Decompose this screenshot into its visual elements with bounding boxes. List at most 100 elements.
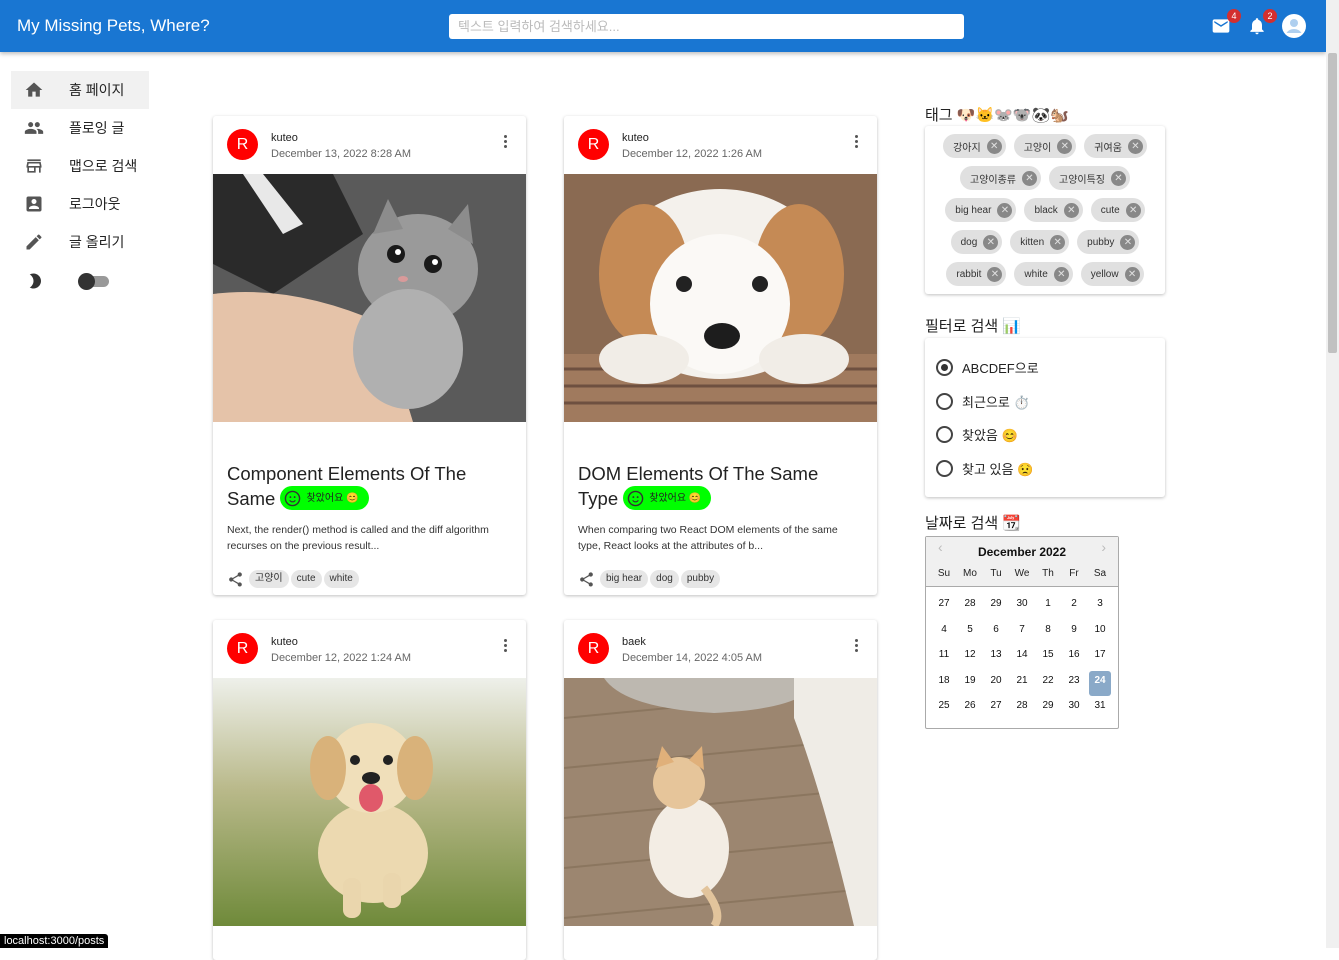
- notifications-button[interactable]: 2: [1247, 9, 1277, 38]
- tag-chip[interactable]: 고양이특징 ✕: [1049, 166, 1130, 190]
- post-card[interactable]: R kuteo December 12, 2022 1:26 AM DOM El…: [564, 116, 877, 595]
- post-card[interactable]: R baek December 14, 2022 4:05 AM: [564, 620, 877, 960]
- next-month-icon[interactable]: ›: [1101, 539, 1106, 555]
- tag-chip[interactable]: yellow ✕: [1080, 262, 1144, 286]
- tag-chip[interactable]: rabbit ✕: [946, 262, 1007, 286]
- golden-puppy-running-photo[interactable]: [213, 678, 526, 926]
- calendar-day[interactable]: 30: [1009, 594, 1035, 620]
- filter-option-abc[interactable]: ABCDEF으로: [925, 351, 1165, 385]
- tag-chip[interactable]: white ✕: [1014, 262, 1073, 286]
- filter-option-found[interactable]: 찾았음 😊: [925, 418, 1165, 452]
- calendar-day[interactable]: 29: [983, 594, 1009, 620]
- calendar-day[interactable]: 20: [983, 671, 1009, 697]
- calendar-day[interactable]: 11: [931, 645, 957, 671]
- cancel-icon[interactable]: ✕: [1127, 138, 1143, 154]
- calendar-day[interactable]: 15: [1035, 645, 1061, 671]
- radio-button[interactable]: [936, 426, 953, 444]
- calendar-day[interactable]: 28: [1009, 696, 1035, 722]
- sidebar-item-following[interactable]: 플로잉 글: [11, 109, 149, 147]
- mail-button[interactable]: 4: [1211, 9, 1241, 38]
- tag-chip[interactable]: cute: [290, 570, 322, 589]
- tag-chip[interactable]: dog ✕: [950, 230, 1003, 254]
- calendar-day[interactable]: 4: [931, 620, 957, 646]
- cancel-icon[interactable]: ✕: [1120, 234, 1136, 250]
- cancel-icon[interactable]: ✕: [986, 138, 1002, 154]
- filter-option-recent[interactable]: 최근으로 ⏱️: [925, 385, 1165, 419]
- calendar-day[interactable]: 27: [931, 594, 957, 620]
- tag-chip[interactable]: kitten ✕: [1010, 230, 1070, 254]
- calendar-day[interactable]: 18: [931, 671, 957, 697]
- post-title[interactable]: DOM Elements Of The Same Type 찾았어요 😊: [564, 427, 877, 512]
- calendar-day[interactable]: 23: [1061, 671, 1087, 697]
- calendar-day[interactable]: 7: [1009, 620, 1035, 646]
- calendar-day[interactable]: 6: [983, 620, 1009, 646]
- dark-mode-toggle[interactable]: [78, 272, 109, 290]
- app-title[interactable]: My Missing Pets, Where?: [17, 16, 210, 36]
- more-vert-icon[interactable]: [504, 639, 508, 653]
- sidebar-item-map-search[interactable]: 맵으로 검색: [11, 147, 149, 185]
- cancel-icon[interactable]: ✕: [1057, 138, 1073, 154]
- calendar-day[interactable]: 19: [957, 671, 983, 697]
- sidebar-item-home[interactable]: 홈 페이지: [11, 71, 149, 109]
- tag-chip[interactable]: 귀여움 ✕: [1084, 134, 1147, 158]
- tag-chip[interactable]: pubby ✕: [1077, 230, 1140, 254]
- calendar-day[interactable]: 3: [1087, 594, 1113, 620]
- calendar-day[interactable]: 31: [1087, 696, 1113, 722]
- tag-chip[interactable]: black ✕: [1024, 198, 1083, 222]
- share-icon[interactable]: [227, 571, 244, 588]
- tag-chip[interactable]: big hear: [600, 570, 649, 589]
- cancel-icon[interactable]: ✕: [997, 202, 1013, 218]
- scrollbar[interactable]: [1326, 0, 1339, 948]
- orange-kitten-floor-photo[interactable]: [564, 678, 877, 929]
- calendar-day[interactable]: 14: [1009, 645, 1035, 671]
- calendar-day[interactable]: 22: [1035, 671, 1061, 697]
- calendar-day[interactable]: 16: [1061, 645, 1087, 671]
- more-vert-icon[interactable]: [504, 135, 508, 149]
- sidebar-item-write-post[interactable]: 글 올리기: [11, 223, 149, 261]
- post-title[interactable]: Component Elements Of The Same 찾았어요 😊: [213, 427, 526, 512]
- more-vert-icon[interactable]: [855, 135, 859, 149]
- cancel-icon[interactable]: ✕: [1124, 266, 1140, 282]
- calendar-day[interactable]: 2: [1061, 594, 1087, 620]
- cancel-icon[interactable]: ✕: [1063, 202, 1079, 218]
- calendar-day[interactable]: 10: [1087, 620, 1113, 646]
- radio-button[interactable]: [936, 459, 953, 477]
- cancel-icon[interactable]: ✕: [983, 234, 999, 250]
- cancel-icon[interactable]: ✕: [1022, 170, 1037, 186]
- post-card[interactable]: R kuteo December 13, 2022 8:28 AM Compon…: [213, 116, 526, 595]
- calendar-day[interactable]: 17: [1087, 645, 1113, 671]
- cancel-icon[interactable]: ✕: [1050, 234, 1066, 250]
- calendar-day[interactable]: 29: [1035, 696, 1061, 722]
- tag-chip[interactable]: dog: [650, 570, 679, 589]
- calendar-day[interactable]: 27: [983, 696, 1009, 722]
- calendar-day[interactable]: 30: [1061, 696, 1087, 722]
- tag-chip[interactable]: big hear ✕: [945, 198, 1017, 222]
- radio-button[interactable]: [936, 359, 953, 377]
- filter-option-searching[interactable]: 찾고 있음 😟: [925, 452, 1165, 486]
- more-vert-icon[interactable]: [855, 639, 859, 653]
- calendar-day[interactable]: 9: [1061, 620, 1087, 646]
- cancel-icon[interactable]: ✕: [1125, 202, 1141, 218]
- gray-kitten-photo[interactable]: [213, 174, 526, 422]
- calendar-day[interactable]: 8: [1035, 620, 1061, 646]
- calendar-day[interactable]: 1: [1035, 594, 1061, 620]
- account-button[interactable]: [1282, 14, 1306, 38]
- share-icon[interactable]: [578, 571, 595, 588]
- tag-chip[interactable]: 고양이종류 ✕: [960, 166, 1041, 190]
- calendar-day[interactable]: 5: [957, 620, 983, 646]
- tag-chip[interactable]: 고양이 ✕: [1013, 134, 1077, 158]
- tag-chip[interactable]: 고양이: [249, 570, 289, 589]
- radio-button[interactable]: [936, 392, 953, 410]
- cancel-icon[interactable]: ✕: [987, 266, 1003, 282]
- calendar-day[interactable]: 21: [1009, 671, 1035, 697]
- calendar-day[interactable]: 25: [931, 696, 957, 722]
- tag-chip[interactable]: cute ✕: [1090, 198, 1145, 222]
- calendar-day[interactable]: 26: [957, 696, 983, 722]
- tag-chip[interactable]: 강아지 ✕: [943, 134, 1006, 158]
- search-input[interactable]: [449, 14, 964, 39]
- tag-chip[interactable]: pubby: [680, 570, 721, 589]
- sidebar-item-logout[interactable]: 로그아웃: [11, 185, 149, 223]
- cancel-icon[interactable]: ✕: [1053, 266, 1069, 282]
- calendar-day[interactable]: 12: [957, 645, 983, 671]
- cancel-icon[interactable]: ✕: [1111, 170, 1126, 186]
